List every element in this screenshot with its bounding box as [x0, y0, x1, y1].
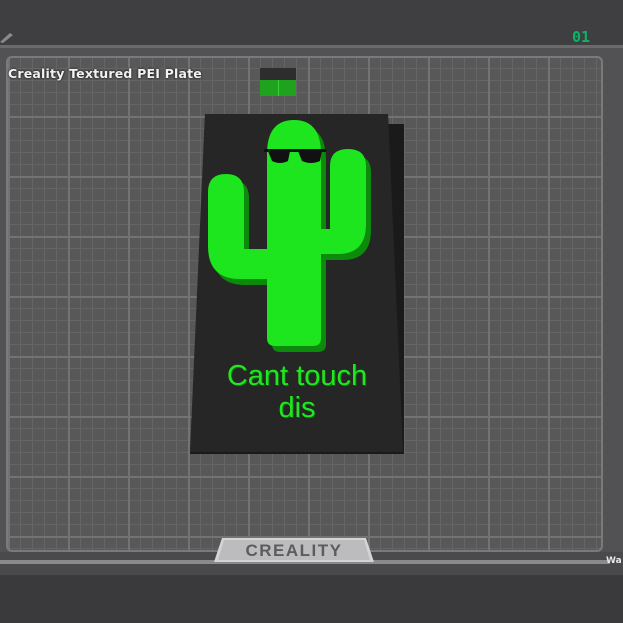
edge-label: Wa: [606, 556, 622, 566]
plate-name-label: Creality Textured PEI Plate: [8, 66, 202, 81]
model-embossed-text: Cant touch dis: [190, 360, 404, 424]
brand-label: CREALITY: [245, 541, 343, 560]
edit-icon[interactable]: [0, 31, 16, 43]
3d-viewport[interactable]: 01 Creality Textured PEI Plate Cant touc…: [0, 0, 623, 623]
viewport-floor: [0, 575, 623, 623]
model-text-line-1: Cant touch: [226, 360, 368, 392]
plate-settings-icon[interactable]: [260, 68, 296, 98]
model-text-line-2: dis: [278, 392, 316, 424]
plate-index[interactable]: 01: [572, 28, 590, 46]
build-plate-top-edge: [0, 45, 623, 48]
